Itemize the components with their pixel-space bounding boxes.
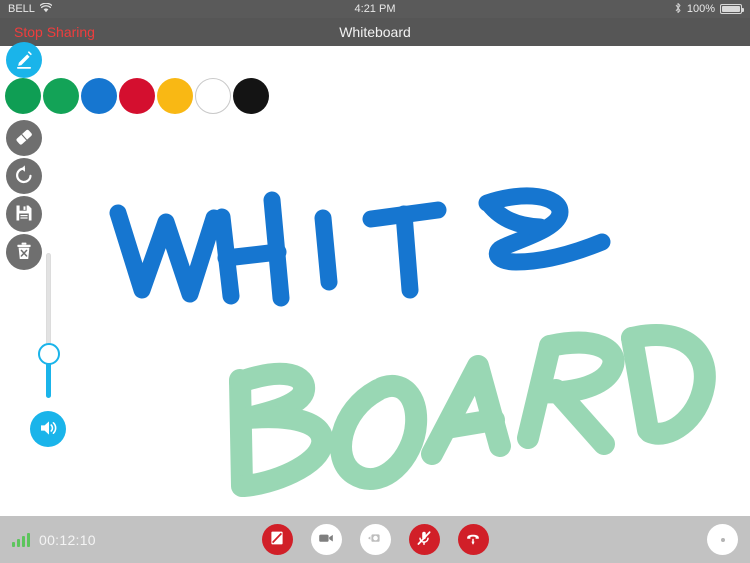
color-palette: [5, 78, 269, 114]
speaker-button[interactable]: [30, 411, 66, 447]
battery-percent-label: 100%: [686, 3, 715, 15]
whiteboard-canvas[interactable]: [0, 46, 750, 516]
call-controls: [0, 524, 750, 555]
color-swatch-red[interactable]: [119, 78, 155, 114]
save-tool[interactable]: [6, 196, 42, 232]
carrier-label: BELL: [8, 3, 35, 15]
whiteboard-drawing: [109, 187, 716, 497]
eraser-tool[interactable]: [6, 120, 42, 156]
clear-tool[interactable]: [6, 234, 42, 270]
tool-rail: [5, 42, 43, 272]
brush-size-slider[interactable]: [38, 253, 60, 398]
trash-x-icon: [13, 240, 35, 265]
switch-camera-button[interactable]: [359, 524, 391, 555]
screen-share-off-icon: [268, 529, 286, 550]
color-swatch-white[interactable]: [195, 78, 231, 114]
color-swatch-green-light[interactable]: [43, 78, 79, 114]
ellipsis-icon: [720, 537, 725, 542]
undo-icon: [13, 164, 35, 189]
end-call-button[interactable]: [457, 524, 489, 555]
status-bar-right: 100%: [674, 2, 744, 17]
color-swatch-black[interactable]: [233, 78, 269, 114]
battery-full-icon: [720, 4, 744, 14]
slider-thumb[interactable]: [38, 343, 60, 365]
color-swatch-blue[interactable]: [81, 78, 117, 114]
wifi-icon: [39, 2, 53, 16]
bluetooth-icon: [674, 2, 682, 17]
microphone-muted-button[interactable]: [408, 524, 440, 555]
stroke-word-white: [109, 187, 611, 307]
page-title: Whiteboard: [339, 24, 411, 40]
speaker-on-icon: [37, 417, 59, 442]
eraser-icon: [13, 126, 35, 151]
undo-tool[interactable]: [6, 158, 42, 194]
camera-button[interactable]: [310, 524, 342, 555]
color-swatch-amber[interactable]: [157, 78, 193, 114]
pencil-icon: [13, 48, 35, 73]
stroke-word-board: [229, 324, 716, 497]
call-bar: 00:12:10: [0, 516, 750, 563]
mic-muted-icon: [415, 529, 433, 550]
more-options-button[interactable]: [707, 524, 738, 555]
status-bar: BELL 4:21 PM 100%: [0, 0, 750, 18]
color-swatch-green[interactable]: [5, 78, 41, 114]
nav-bar: Stop Sharing Whiteboard: [0, 18, 750, 46]
whiteboard-screen: BELL 4:21 PM 100% Stop Sharing Whiteboar…: [0, 0, 750, 563]
status-bar-left: BELL: [8, 2, 53, 16]
status-bar-clock: 4:21 PM: [354, 3, 396, 15]
end-call-icon: [464, 529, 482, 550]
save-icon: [13, 202, 35, 227]
share-screen-off-button[interactable]: [261, 524, 293, 555]
pen-tool[interactable]: [6, 42, 42, 78]
video-camera-icon: [317, 529, 335, 550]
camera-flip-icon: [366, 529, 384, 550]
